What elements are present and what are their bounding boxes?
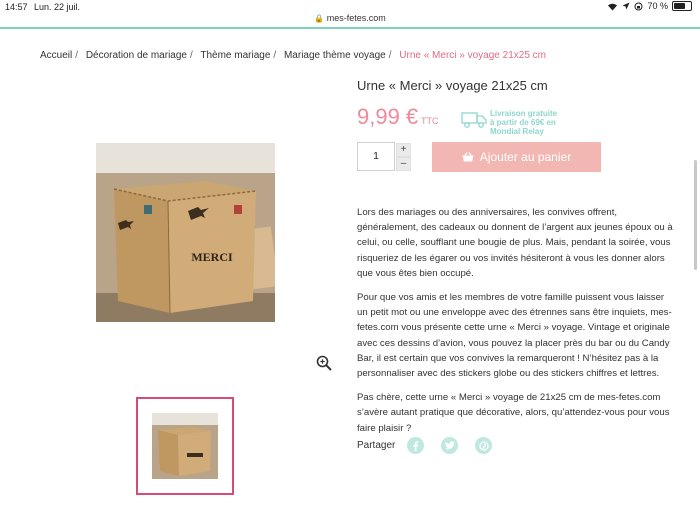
add-to-cart-button[interactable]: Ajouter au panier — [432, 142, 601, 172]
box-merci-text: MERCI — [191, 250, 233, 264]
shipping-info: Livraison gratuite à partir de 69€ en Mo… — [490, 109, 557, 136]
breadcrumb-travel-theme[interactable]: Mariage thème voyage — [284, 50, 386, 61]
description-paragraph-1: Lors des mariages ou des anniversaires, … — [357, 207, 673, 279]
quantity-increase-button[interactable]: + — [396, 143, 411, 157]
wifi-icon — [608, 3, 618, 10]
status-time: 14:57 — [5, 2, 28, 12]
shipping-line-1: Livraison gratuite — [490, 109, 558, 118]
product-title: Urne « Merci » voyage 21x25 cm — [357, 78, 548, 93]
page-scrollbar[interactable] — [694, 160, 697, 270]
price-suffix: TTC — [421, 116, 439, 126]
pinterest-icon[interactable] — [475, 437, 493, 454]
description-paragraph-2: Pour que vos amis et les membres de votr… — [357, 292, 672, 380]
quantity-decrease-button[interactable]: – — [396, 157, 411, 171]
share-bar: Partager — [357, 437, 509, 454]
description-paragraph-3: Pas chère, cette urne « Merci » voyage d… — [357, 392, 670, 434]
breadcrumb-home[interactable]: Accueil — [40, 50, 72, 61]
breadcrumb-wedding-theme[interactable]: Thème mariage — [200, 50, 270, 61]
share-label: Partager — [357, 440, 396, 451]
battery-icon — [672, 1, 692, 11]
status-right: 70 % — [607, 1, 692, 11]
rotation-lock-icon — [634, 2, 643, 10]
product-description: Lors des mariages ou des anniversaires, … — [357, 205, 675, 445]
twitter-icon[interactable] — [441, 437, 459, 454]
url-text: mes-fetes.com — [326, 13, 386, 23]
basket-icon — [462, 152, 474, 162]
header-accent-line — [0, 27, 700, 29]
product-thumbnail[interactable] — [136, 397, 234, 495]
status-date: Lun. 22 juil. — [34, 2, 81, 12]
quantity-input[interactable]: 1 — [357, 142, 395, 171]
truck-icon — [461, 112, 487, 128]
breadcrumb-wedding-decoration[interactable]: Décoration de mariage — [86, 50, 187, 61]
breadcrumb: Accueil / Décoration de mariage / Thème ma… — [40, 50, 546, 61]
location-arrow-icon — [622, 2, 630, 10]
thumbnail-image — [152, 413, 218, 479]
battery-percent: 70 % — [647, 1, 668, 11]
shipping-line-2: à partir de 69€ en — [490, 118, 556, 127]
product-price: 9,99 € — [357, 104, 419, 129]
facebook-icon[interactable] — [407, 437, 425, 454]
breadcrumb-current: Urne « Merci » voyage 21x25 cm — [399, 50, 546, 61]
address-bar[interactable]: 🔒 mes-fetes.com — [0, 13, 700, 27]
lock-icon: 🔒 — [314, 14, 325, 23]
product-main-image[interactable]: MERCI — [96, 143, 275, 322]
zoom-icon[interactable] — [316, 355, 332, 371]
add-to-cart-label: Ajouter au panier — [479, 150, 572, 164]
status-bar: 14:57 Lun. 22 juil. 70 % — [0, 0, 700, 14]
shipping-line-3: Mondial Relay — [490, 127, 544, 136]
